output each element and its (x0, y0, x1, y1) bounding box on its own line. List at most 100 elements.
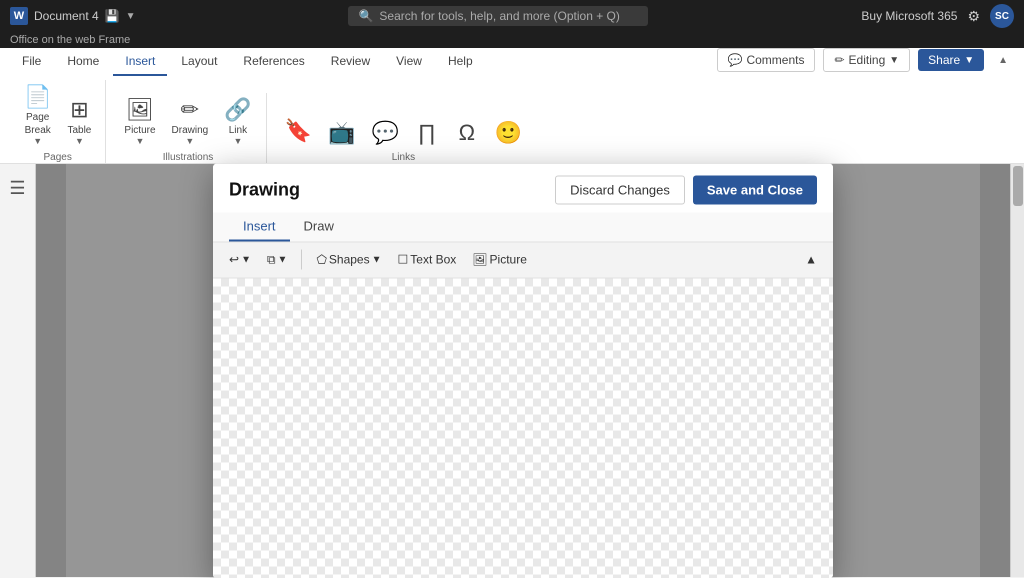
picture-toolbar-icon: 🖼 (472, 253, 487, 267)
drawing-icon: ✏ (181, 97, 199, 123)
search-bar[interactable]: 🔍 Search for tools, help, and more (Opti… (348, 6, 648, 26)
scrollbar-right[interactable] (1010, 164, 1024, 577)
editing-chevron: ▼ (889, 55, 899, 66)
emoji-icon: 🙂 (495, 120, 522, 146)
picture-label: Picture (124, 125, 155, 136)
share-label: Share (928, 53, 960, 67)
ribbon-item-media[interactable]: 📺 (322, 116, 361, 150)
picture-icon: 🖼 (126, 97, 154, 123)
discard-changes-button[interactable]: Discard Changes (555, 175, 685, 204)
doc-body: Drawing Discard Changes Save and Close I… (36, 164, 1010, 577)
equation-icon: ∏ (418, 120, 436, 146)
link-chevron: ▼ (233, 136, 242, 146)
ribbon-group-illustrations: 🖼 Picture ▼ ✏ Drawing ▼ 🔗 Link ▼ Illustr… (110, 93, 266, 163)
pages-group-label: Pages (44, 152, 72, 163)
tab-review[interactable]: Review (319, 48, 382, 76)
avatar[interactable]: SC (990, 4, 1014, 28)
table-icon: ⊞ (70, 97, 88, 123)
title-bar: W Document 4 💾 ▼ 🔍 Search for tools, hel… (0, 0, 1024, 32)
drawing-canvas[interactable] (213, 278, 833, 578)
ribbon-tabs: File Home Insert Layout References Revie… (0, 48, 1024, 76)
title-bar-right: Buy Microsoft 365 ⚙ SC (861, 4, 1014, 28)
editing-button[interactable]: ✏ Editing ▼ (823, 48, 910, 72)
shapes-button[interactable]: ⬠ Shapes ▼ (310, 249, 387, 271)
save-close-button[interactable]: Save and Close (693, 175, 817, 204)
document-area: ☰ Drawing Discard Changes Save and Close… (0, 164, 1024, 577)
tab-references[interactable]: References (231, 48, 316, 76)
textbox-label: Text Box (410, 253, 456, 267)
ribbon-item-link[interactable]: 🔗 Link ▼ (218, 93, 257, 150)
scrollbar-thumb[interactable] (1013, 166, 1023, 206)
ribbon-items-illustrations: 🖼 Picture ▼ ✏ Drawing ▼ 🔗 Link ▼ (118, 93, 257, 150)
title-chevron: ▼ (126, 11, 136, 22)
copy-icon: ⧉ (267, 252, 276, 267)
modal-title: Drawing (229, 179, 300, 200)
ribbon-item-picture[interactable]: 🖼 Picture ▼ (118, 93, 161, 150)
tooltip-text: Office on the web Frame (10, 34, 130, 46)
undo-icon: ↩ (229, 253, 239, 267)
tab-layout[interactable]: Layout (169, 48, 229, 76)
table-chevron: ▼ (75, 136, 84, 146)
copy-button[interactable]: ⧉ ▼ (261, 248, 293, 271)
modal-tab-insert[interactable]: Insert (229, 212, 290, 241)
tab-help[interactable]: Help (436, 48, 485, 76)
search-placeholder: Search for tools, help, and more (Option… (379, 9, 619, 23)
link-label: Link (229, 125, 247, 136)
extra-group-label: Links (392, 152, 415, 163)
toolbar-separator-1 (301, 250, 302, 270)
ribbon-right: 💬 Comments ✏ Editing ▼ Share ▼ ▲ (717, 48, 1014, 76)
doc-title: Document 4 (34, 9, 99, 23)
picture-chevron: ▼ (136, 136, 145, 146)
toolbar-right: ▲ (799, 249, 823, 271)
tab-view[interactable]: View (384, 48, 434, 76)
settings-icon[interactable]: ⚙ (967, 8, 980, 25)
ribbon-item-comment2[interactable]: 💬 (365, 116, 404, 150)
title-bar-center: 🔍 Search for tools, help, and more (Opti… (136, 6, 862, 26)
tab-home[interactable]: Home (55, 48, 111, 76)
picture-toolbar-button[interactable]: 🖼 Picture (466, 249, 533, 271)
shapes-chevron: ▼ (372, 254, 382, 265)
share-chevron: ▼ (964, 55, 974, 66)
tab-file[interactable]: File (10, 48, 53, 76)
ribbon-item-emoji[interactable]: 🙂 (489, 116, 528, 150)
tab-insert[interactable]: Insert (113, 48, 167, 76)
ribbon-item-bookmark[interactable]: 🔖 (279, 114, 318, 150)
comments-button[interactable]: 💬 Comments (717, 48, 816, 72)
illustrations-group-label: Illustrations (163, 152, 214, 163)
ribbon-item-pagebreak[interactable]: 📄 Page Break ▼ (18, 80, 57, 150)
undo-button[interactable]: ↩ ▼ (223, 249, 257, 271)
buy-microsoft-label[interactable]: Buy Microsoft 365 (861, 9, 957, 23)
shapes-icon: ⬠ (316, 253, 326, 267)
media-icon: 📺 (328, 120, 355, 146)
modal-toolbar: ↩ ▼ ⧉ ▼ ⬠ Shapes ▼ ☐ Text Box (213, 242, 833, 278)
tooltip-bar: Office on the web Frame (0, 32, 1024, 48)
ribbon-item-table[interactable]: ⊞ Table ▼ (61, 93, 97, 150)
modal-tab-draw[interactable]: Draw (290, 212, 348, 241)
modal-header: Drawing Discard Changes Save and Close (213, 163, 833, 212)
app-icon: W (10, 7, 28, 25)
textbox-button[interactable]: ☐ Text Box (392, 249, 463, 271)
ribbon: File Home Insert Layout References Revie… (0, 48, 1024, 164)
copy-chevron: ▼ (278, 254, 288, 265)
ribbon-item-drawing[interactable]: ✏ Drawing ▼ (166, 93, 215, 150)
comments-icon: 💬 (728, 53, 743, 67)
ribbon-collapse-button[interactable]: ▲ (992, 53, 1014, 68)
link-icon: 🔗 (224, 97, 251, 123)
ribbon-group-pages: 📄 Page Break ▼ ⊞ Table ▼ Pages (10, 80, 106, 163)
share-button[interactable]: Share ▼ (918, 49, 984, 71)
editing-label: Editing (849, 53, 886, 67)
pagebreak-chevron: ▼ (33, 136, 42, 146)
title-bar-left: W Document 4 💾 ▼ (10, 7, 136, 25)
ribbon-item-omega[interactable]: Ω (449, 116, 485, 150)
bookmark-icon: 🔖 (285, 118, 312, 144)
autosave-indicator: 💾 (105, 9, 120, 23)
pagebreak-label2: Break (25, 125, 51, 136)
textbox-icon: ☐ (398, 253, 409, 267)
modal-actions: Discard Changes Save and Close (555, 175, 817, 204)
sidebar-nav-icon[interactable]: ☰ (5, 174, 29, 203)
picture-toolbar-label: Picture (490, 253, 527, 267)
pagebreak-label: Page (26, 112, 49, 123)
ribbon-item-eq[interactable]: ∏ (409, 116, 445, 150)
ribbon-content: 📄 Page Break ▼ ⊞ Table ▼ Pages 🖼 Picture… (0, 76, 1024, 163)
toolbar-collapse-button[interactable]: ▲ (799, 249, 823, 271)
